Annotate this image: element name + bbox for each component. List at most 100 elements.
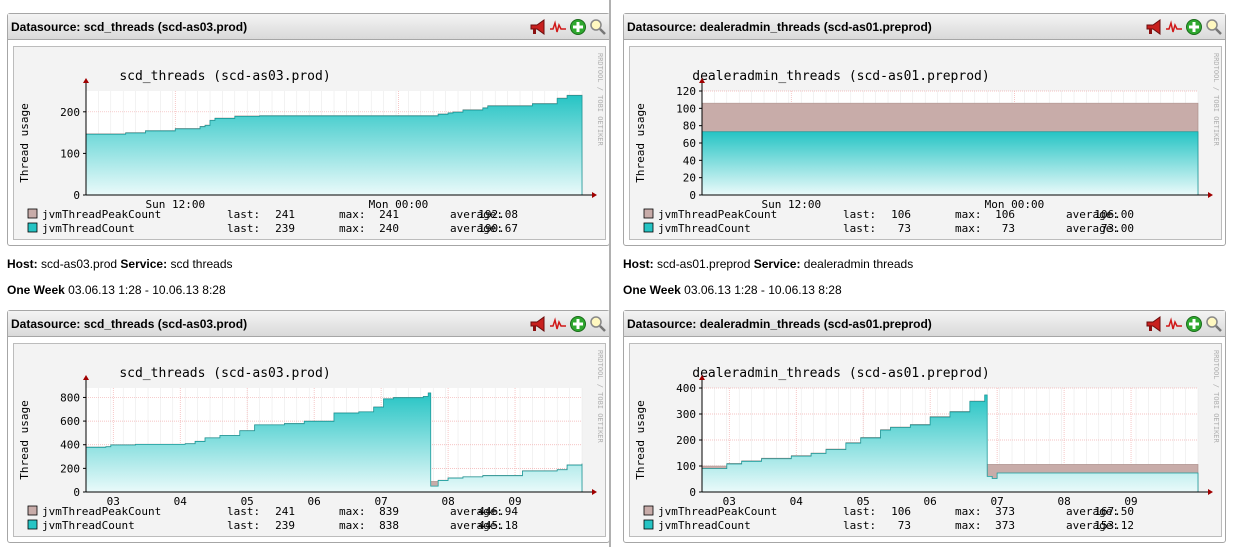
datasource-title: Datasource: scd_threads (scd-as03.prod) xyxy=(11,19,248,34)
y-tick-label: 40 xyxy=(683,154,696,167)
legend-max-value: 240 xyxy=(379,222,399,235)
legend-average-value: 446.94 xyxy=(478,505,518,518)
right-column: Datasource: dealeradmin_threads (scd-as0… xyxy=(616,0,1228,547)
host-value: scd-as01.preprod xyxy=(657,257,751,271)
panel-toolbar xyxy=(1145,18,1225,36)
x-tick-label: 04 xyxy=(790,495,804,508)
x-tick-label: 04 xyxy=(174,495,188,508)
y-tick-label: 200 xyxy=(676,434,696,447)
legend-label: max: xyxy=(955,222,982,235)
legend-series-name: jvmThreadCount xyxy=(42,222,135,235)
service-value: scd threads xyxy=(170,257,233,271)
rrd-graph[interactable]: dealeradmin_threads (scd-as01.preprod) RR… xyxy=(629,46,1222,240)
legend-average-value: 192.08 xyxy=(478,208,518,221)
panel-header: Datasource: scd_threads (scd-as03.prod) xyxy=(8,311,609,337)
host-label: Host: xyxy=(7,257,38,271)
period-label: One Week xyxy=(7,283,65,297)
y-axis-label: Thread usage xyxy=(18,400,31,479)
datasource-title: Datasource: scd_threads (scd-as03.prod) xyxy=(11,316,248,331)
legend-average-value: 73.00 xyxy=(1101,222,1134,235)
legend-series-name: jvmThreadCount xyxy=(42,519,135,532)
legend-swatch xyxy=(643,519,654,530)
y-tick-label: 100 xyxy=(676,460,696,473)
period-line: One Week 03.06.13 1:28 - 10.06.13 8:28 xyxy=(623,283,842,297)
legend-average-value: 190.67 xyxy=(478,222,518,235)
panel-header: Datasource: scd_threads (scd-as03.prod) xyxy=(8,14,609,40)
legend-last-value: 239 xyxy=(275,222,295,235)
panel-header: Datasource: dealeradmin_threads (scd-as0… xyxy=(624,311,1225,337)
legend-max-value: 106 xyxy=(995,208,1015,221)
megaphone-icon[interactable] xyxy=(529,315,547,333)
zoom-icon[interactable] xyxy=(1205,315,1223,333)
legend-series-name: jvmThreadPeakCount xyxy=(42,208,161,221)
graph-wave-icon[interactable] xyxy=(1165,315,1183,333)
y-tick-label: 80 xyxy=(683,120,696,133)
megaphone-icon[interactable] xyxy=(1145,18,1163,36)
megaphone-icon[interactable] xyxy=(529,18,547,36)
legend-average-value: 106.00 xyxy=(1094,208,1134,221)
y-axis-arrow xyxy=(83,78,89,83)
legend-label: max: xyxy=(955,505,982,518)
x-axis-arrow xyxy=(592,489,597,495)
y-tick-label: 0 xyxy=(689,189,696,202)
left-column: Datasource: scd_threads (scd-as03.prod) s… xyxy=(0,0,612,547)
legend-max-value: 73 xyxy=(1002,222,1015,235)
y-tick-label: 0 xyxy=(73,189,80,202)
rrd-graph[interactable]: dealeradmin_threads (scd-as01.preprod) RR… xyxy=(629,343,1222,537)
megaphone-icon[interactable] xyxy=(1145,315,1163,333)
column-divider xyxy=(609,0,611,547)
graph-wave-icon[interactable] xyxy=(549,18,567,36)
rrd-graph[interactable]: scd_threads (scd-as03.prod) RRDTOOL / TOB… xyxy=(13,343,606,537)
x-tick-label: 06 xyxy=(924,495,937,508)
rrdtool-watermark: RRDTOOL / TOBI OETIKER xyxy=(596,53,604,147)
add-icon[interactable] xyxy=(569,18,587,36)
y-tick-label: 20 xyxy=(683,172,696,185)
rrdtool-watermark: RRDTOOL / TOBI OETIKER xyxy=(1212,53,1220,147)
legend-swatch xyxy=(27,222,38,233)
y-tick-label: 0 xyxy=(689,486,696,499)
legend-swatch xyxy=(643,222,654,233)
chart-svg: dealeradmin_threads (scd-as01.preprod) RR… xyxy=(634,53,1220,235)
y-tick-label: 100 xyxy=(676,102,696,115)
y-axis-label: Thread usage xyxy=(634,400,647,479)
chart-title: scd_threads (scd-as03.prod) xyxy=(119,69,330,84)
legend-label: max: xyxy=(339,208,366,221)
service-value: dealeradmin threads xyxy=(803,257,914,271)
zoom-icon[interactable] xyxy=(589,315,607,333)
host-label: Host: xyxy=(623,257,654,271)
y-tick-label: 60 xyxy=(683,137,696,150)
graph-panel-4: Datasource: dealeradmin_threads (scd-as0… xyxy=(623,310,1226,543)
legend-series-name: jvmThreadCount xyxy=(658,222,751,235)
add-icon[interactable] xyxy=(569,315,587,333)
panel-toolbar xyxy=(1145,315,1225,333)
x-tick-label: 06 xyxy=(308,495,321,508)
rrd-graph[interactable]: scd_threads (scd-as03.prod) RRDTOOL / TOB… xyxy=(13,46,606,240)
service-label: Service: xyxy=(753,257,801,271)
x-axis-arrow xyxy=(1208,192,1213,198)
panel-toolbar xyxy=(529,18,609,36)
y-tick-label: 400 xyxy=(60,439,80,452)
graph-panel-3: Datasource: scd_threads (scd-as03.prod) s… xyxy=(7,310,610,543)
legend-swatch xyxy=(27,208,38,219)
legend-label: last: xyxy=(843,208,876,221)
legend-max-value: 373 xyxy=(995,519,1015,532)
zoom-icon[interactable] xyxy=(589,18,607,36)
graph-wave-icon[interactable] xyxy=(549,315,567,333)
datasource-title: Datasource: dealeradmin_threads (scd-as0… xyxy=(627,316,932,331)
period-line: One Week 03.06.13 1:28 - 10.06.13 8:28 xyxy=(7,283,226,297)
rrdtool-watermark: RRDTOOL / TOBI OETIKER xyxy=(1212,350,1220,444)
legend-swatch xyxy=(27,519,38,530)
legend-average-value: 153.12 xyxy=(1094,519,1134,532)
chart-svg: dealeradmin_threads (scd-as01.preprod) RR… xyxy=(634,350,1220,532)
y-tick-label: 100 xyxy=(60,147,80,160)
legend-average-value: 445.18 xyxy=(478,519,518,532)
graph-wave-icon[interactable] xyxy=(1165,18,1183,36)
legend-swatch xyxy=(643,208,654,219)
legend-last-value: 241 xyxy=(275,208,295,221)
add-icon[interactable] xyxy=(1185,315,1203,333)
zoom-icon[interactable] xyxy=(1205,18,1223,36)
legend-series-name: jvmThreadCount xyxy=(658,519,751,532)
add-icon[interactable] xyxy=(1185,18,1203,36)
legend-last-value: 241 xyxy=(275,505,295,518)
host-service-line: Host: scd-as03.prod Service: scd threads xyxy=(7,257,233,271)
